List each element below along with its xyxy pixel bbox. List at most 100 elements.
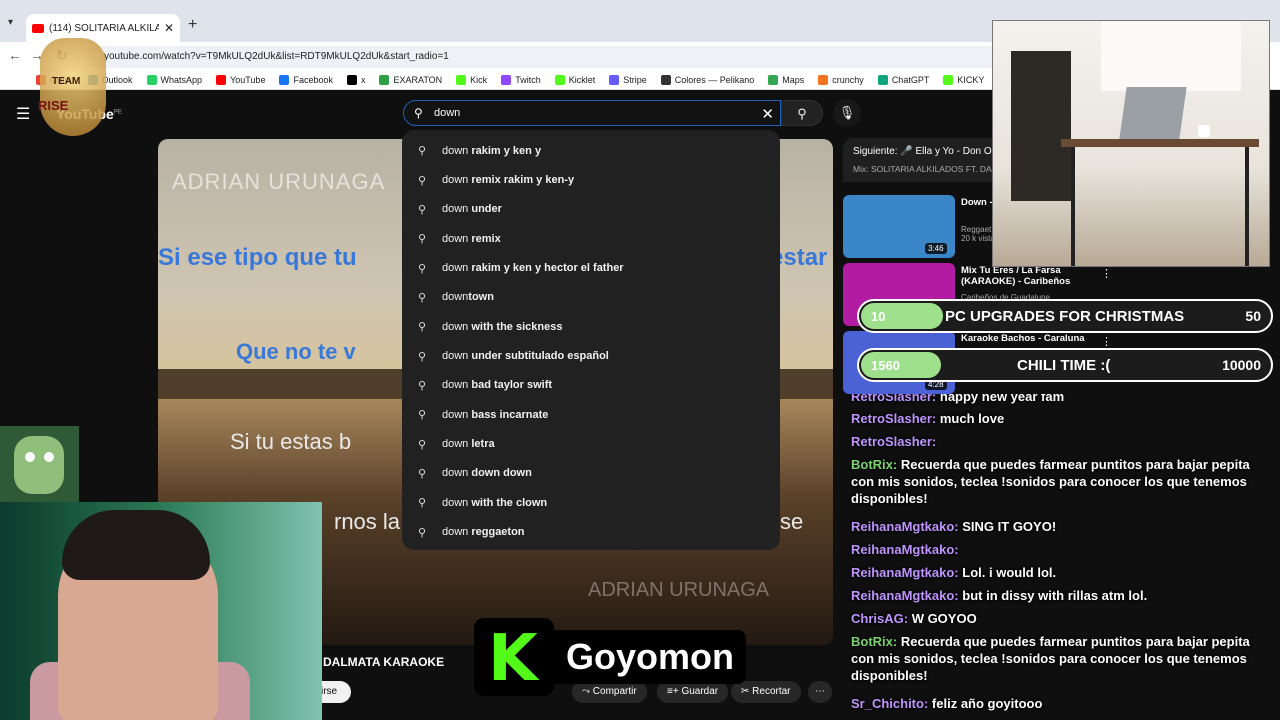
bookmark-item[interactable]: Maps: [768, 74, 805, 85]
bookmark-favicon-icon: [768, 74, 779, 85]
bookmark-favicon-icon: [379, 74, 390, 85]
suggestion-text: down remix rakim y ken-y: [442, 174, 575, 187]
close-tab-icon[interactable]: ✕: [164, 21, 174, 35]
voice-search-button[interactable]: 🎙: [833, 99, 861, 127]
bookmark-favicon-icon: [146, 74, 157, 85]
chat-username: ReihanaMgtkako:: [851, 565, 959, 580]
search-icon: ⚲: [418, 203, 427, 216]
search-icon: ⚲: [418, 526, 427, 539]
tab-search-icon[interactable]: ▾: [8, 17, 13, 28]
chat-username: RetroSlasher:: [851, 411, 937, 426]
video-duration: 3:46: [925, 243, 947, 254]
suggestion-text: down with the sickness: [442, 320, 563, 333]
bookmark-item[interactable]: Kicklet: [554, 74, 595, 85]
bookmark-item[interactable]: Kick: [456, 74, 488, 85]
bookmark-item[interactable]: Stripe: [609, 74, 647, 85]
search-suggestion[interactable]: ⚲ down with the clown: [402, 488, 780, 517]
search-suggestion[interactable]: ⚲ down reggaeton: [402, 517, 780, 546]
team-logo: TEAM RISE: [34, 28, 112, 140]
goal-total: 50: [1245, 308, 1261, 324]
chat-text: SING IT GOYO!: [962, 519, 1057, 534]
desk-camera-overlay: [992, 20, 1270, 267]
search-value: down: [434, 107, 461, 119]
chat-message: ReihanaMgtkako: but in dissy with rillas…: [851, 587, 1271, 604]
chat-username: ReihanaMgtkako:: [851, 542, 959, 557]
mix-title: Mix: SOLITARIA ALKILADOS FT. DALMA: [853, 164, 1003, 174]
suggestion-text: down with the clown: [442, 496, 548, 509]
search-icon: ⚲: [418, 174, 427, 187]
bookmark-item[interactable]: Twitch: [501, 74, 541, 85]
chat-username: RetroSlasher:: [851, 394, 937, 404]
bookmark-item[interactable]: YouTube: [216, 74, 265, 85]
search-icon: ⚲: [418, 291, 427, 304]
search-suggestion[interactable]: ⚲ down rakim y ken y: [402, 136, 780, 165]
search-input[interactable]: ⚲ down ✕: [403, 100, 781, 126]
bookmark-item[interactable]: EXARATON: [379, 74, 443, 85]
search-suggestions-dropdown: ⚲ down rakim y ken y ⚲ down remix rakim y k…: [402, 130, 780, 550]
more-options-icon[interactable]: ⋮: [1101, 267, 1112, 280]
bookmark-favicon-icon: [660, 74, 671, 85]
bookmark-item[interactable]: Facebook: [279, 74, 333, 85]
bookmark-item[interactable]: x: [346, 74, 365, 85]
search-button[interactable]: ⚲: [781, 100, 823, 126]
lyric-line-1: Si ese tipo que tu: [158, 244, 357, 271]
back-icon[interactable]: ←: [8, 47, 22, 63]
search-suggestion[interactable]: ⚲ down remix rakim y ken-y: [402, 165, 780, 194]
bookmark-label: Maps: [782, 74, 805, 85]
region-label: PE: [113, 109, 122, 116]
search-icon: ⚲: [797, 106, 807, 121]
video-watermark: ADRIAN URUNAGA: [172, 169, 386, 194]
new-tab-icon[interactable]: +: [188, 16, 197, 34]
search-suggestion[interactable]: ⚲ down letra: [402, 429, 780, 458]
bookmark-favicon-icon: [346, 74, 357, 85]
streamer-webcam: [0, 502, 322, 720]
up-next-panel[interactable]: Siguiente: 🎤 Ella y Yo - Don Oma Mix: SO…: [843, 138, 1003, 182]
related-video-title: Mix Tu Eres / La Farsa (KARAOKE) - Carib…: [961, 265, 1071, 287]
chat-text: W GOYOO: [911, 611, 977, 626]
goal-bar: 1560 CHILI TIME :( 10000: [857, 348, 1273, 382]
search-suggestion[interactable]: ⚲ down under: [402, 195, 780, 224]
url-text: youtube.com/watch?v=T9MkULQ2dUk&list=RDT…: [104, 51, 449, 62]
more-options-icon[interactable]: ⋮: [1101, 335, 1112, 348]
search-suggestion[interactable]: ⚲ down bass incarnate: [402, 400, 780, 429]
chat-text: but in dissy with rillas atm lol.: [962, 588, 1148, 603]
suggestion-text: down rakim y ken y hector el father: [442, 262, 624, 275]
search-suggestion[interactable]: ⚲ downtown: [402, 283, 780, 312]
bookmark-item[interactable]: KICKY: [943, 74, 984, 85]
bookmark-label: EXARATON: [393, 74, 443, 85]
bookmark-label: WhatsApp: [160, 74, 203, 85]
goal-bar: 10 PC UPGRADES FOR CHRISTMAS 50: [857, 299, 1273, 333]
clear-search-icon[interactable]: ✕: [761, 105, 774, 123]
goal-total: 10000: [1222, 357, 1261, 373]
search-suggestion[interactable]: ⚲ down bad taylor swift: [402, 371, 780, 400]
search-icon: ⚲: [418, 409, 427, 422]
chat-message: RetroSlasher: happy new year fam: [851, 394, 1271, 405]
bookmark-favicon-icon: [943, 74, 954, 85]
search-suggestion[interactable]: ⚲ down rakim y ken y hector el father: [402, 253, 780, 282]
search-suggestion[interactable]: ⚲ down with the sickness: [402, 312, 780, 341]
bookmark-label: Kick: [470, 74, 488, 85]
bookmark-item[interactable]: Colores — Pelikano: [660, 74, 754, 85]
search-suggestion[interactable]: ⚲ down remix: [402, 224, 780, 253]
up-next-label: Siguiente:: [853, 146, 898, 157]
search-suggestion[interactable]: ⚲ down under subtitulado español: [402, 341, 780, 370]
lyric-line-4: rnos la: [334, 509, 401, 534]
more-actions-button[interactable]: ⋯: [808, 681, 832, 703]
bookmark-label: Facebook: [293, 74, 333, 85]
suggestion-text: down bad taylor swift: [442, 379, 553, 392]
search-suggestion[interactable]: ⚲ down down down: [402, 459, 780, 488]
chat-username: ReihanaMgtkako:: [851, 588, 959, 603]
menu-icon[interactable]: ☰: [16, 104, 30, 124]
search-icon: ⚲: [418, 497, 427, 510]
bookmark-item[interactable]: ChatGPT: [877, 74, 929, 85]
bookmark-favicon-icon: [216, 74, 227, 85]
bookmark-item[interactable]: crunchy: [818, 74, 864, 85]
bookmark-label: Twitch: [515, 74, 541, 85]
bookmark-item[interactable]: WhatsApp: [146, 74, 203, 85]
chat-message: ReihanaMgtkako: SING IT GOYO!: [851, 518, 1271, 535]
suggestion-text: down under: [442, 203, 502, 216]
avatar-overlay: [0, 426, 79, 502]
search-icon: ⚲: [418, 350, 427, 363]
search-icon: ⚲: [418, 467, 427, 480]
bookmark-favicon-icon: [609, 74, 620, 85]
